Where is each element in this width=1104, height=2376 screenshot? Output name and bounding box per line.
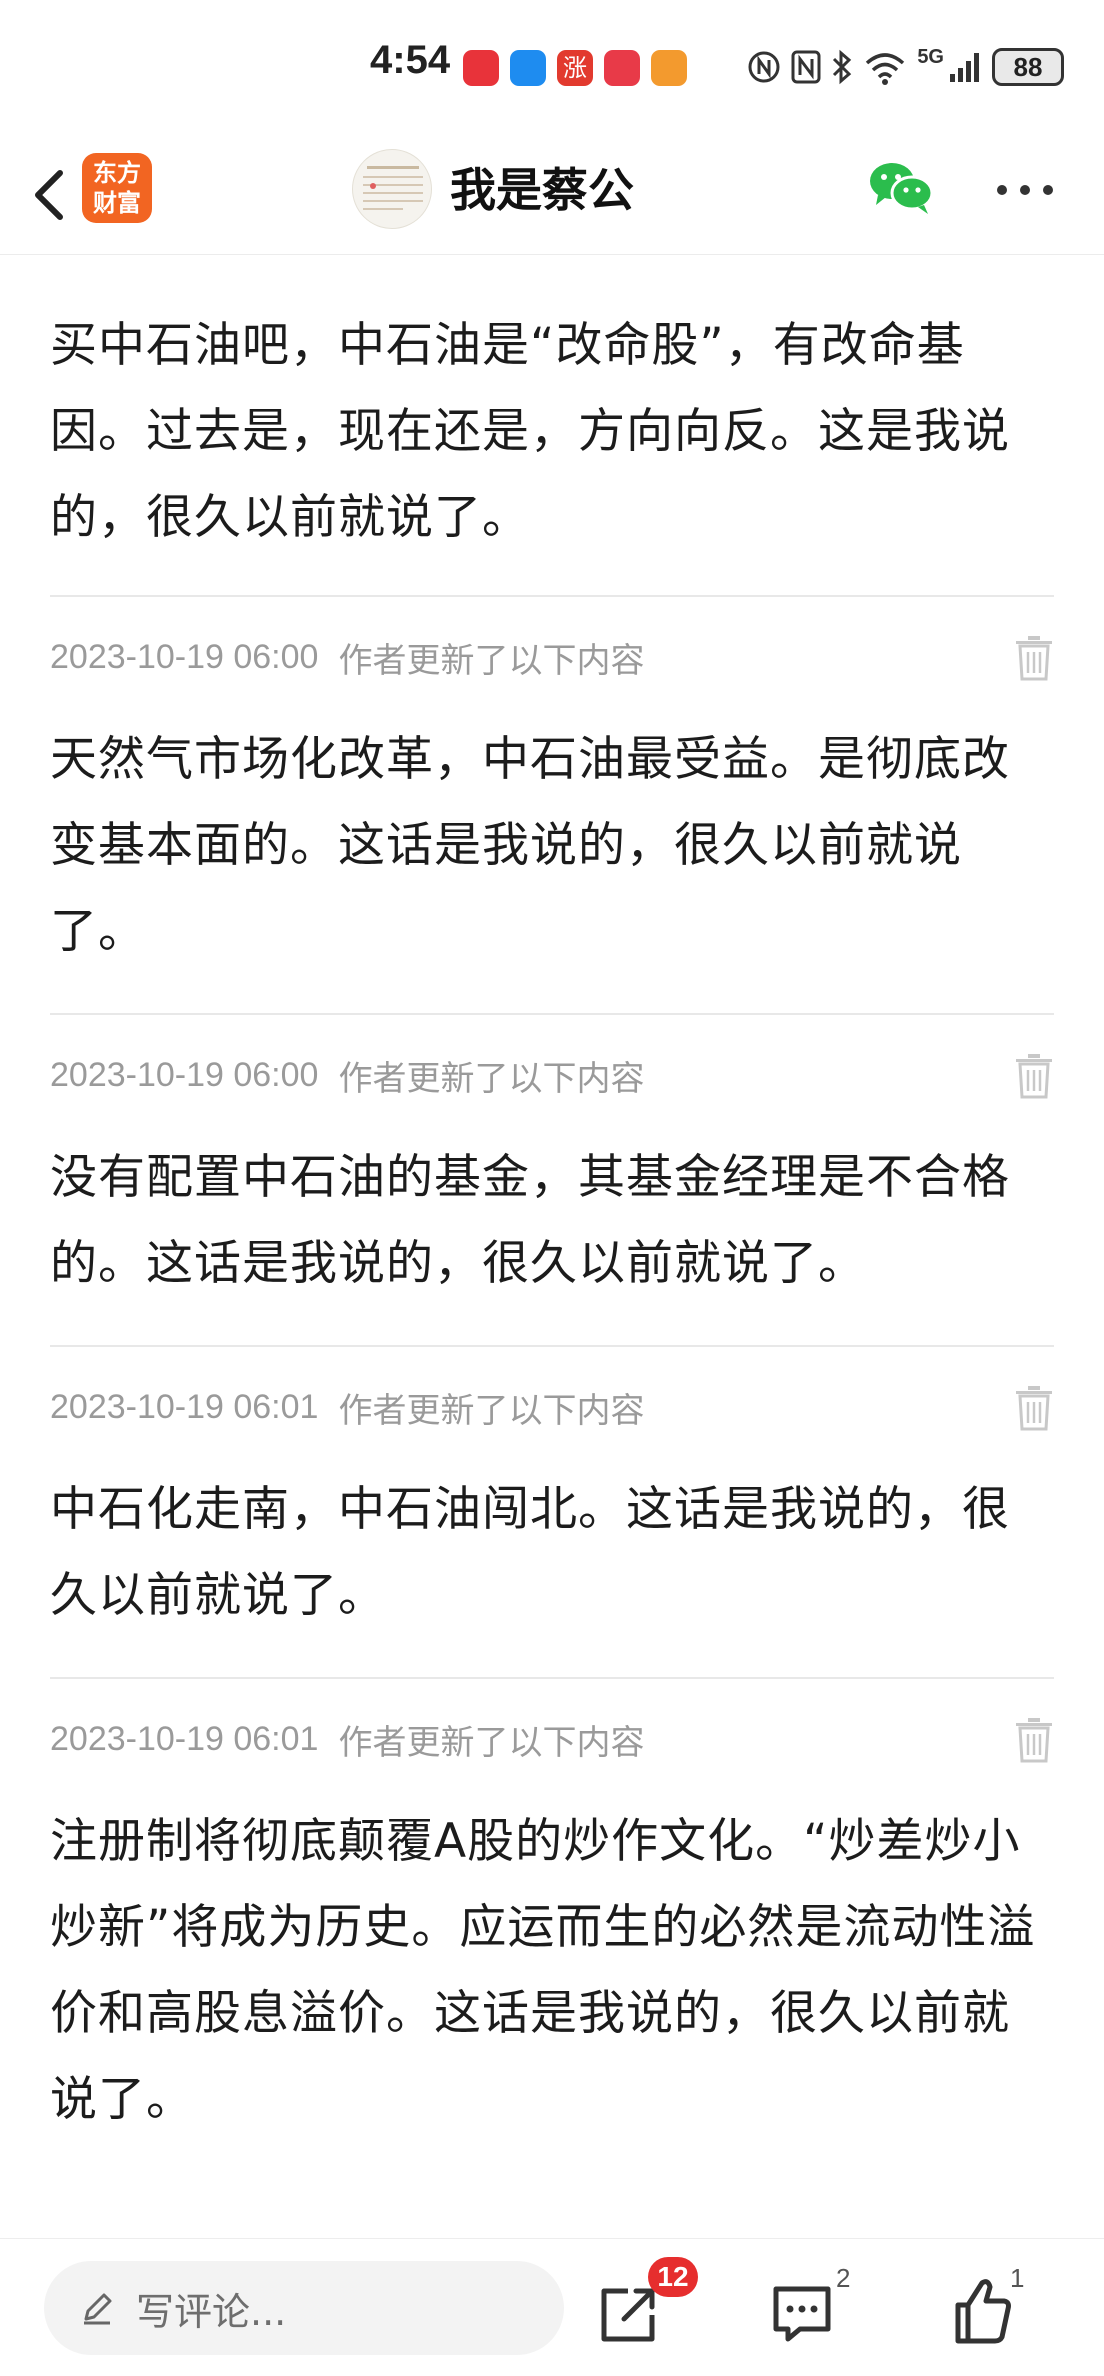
bluetooth-icon [833, 49, 852, 85]
clock: 4:54 [370, 38, 451, 82]
original-post: 买中石油吧，中石油是“改命股”，有改命基因。过去是，现在还是，方向向反。这是我说… [0, 255, 1104, 595]
nfc-n-icon [791, 50, 821, 84]
nav-bar: 东方 财富 我是蔡公 [0, 135, 1104, 255]
more-options-button[interactable] [990, 165, 1060, 215]
trash-icon[interactable] [1014, 635, 1054, 681]
update-timestamp: 2023-10-19 06:01 [50, 1719, 319, 1758]
wifi-icon [866, 53, 905, 85]
trash-icon[interactable] [1014, 1053, 1054, 1099]
more-dots-icon [997, 185, 1053, 195]
like-count: 1 [1010, 2263, 1025, 2293]
update-item: 2023-10-19 06:00 作者更新了以下内容 没有配置中石油的基金，其基… [0, 1015, 1104, 1345]
update-body: 没有配置中石油的基金，其基金经理是不合格的。这话是我说的，很久以前就说了。 [50, 1135, 1054, 1345]
update-body: 中石化走南，中石油闯北。这话是我说的，很久以前就说了。 [50, 1467, 1054, 1677]
page-title: 我是蔡公 [450, 163, 634, 217]
update-header: 2023-10-19 06:00 作者更新了以下内容 [50, 597, 1054, 717]
app-logo[interactable]: 东方 财富 [82, 153, 152, 223]
wechat-share-button[interactable] [868, 157, 934, 217]
orange-app-icon [651, 50, 687, 86]
update-timestamp: 2023-10-19 06:00 [50, 1055, 319, 1094]
huawei-app-icon [604, 50, 640, 86]
message-app-icon [510, 50, 546, 86]
update-text: 中石化走南，中石油闯北。这话是我说的，很久以前就说了。 [50, 1482, 1010, 1623]
logo-line1: 东方 [93, 159, 141, 187]
update-text: 没有配置中石油的基金，其基金经理是不合格的。这话是我说的，很久以前就说了。 [50, 1150, 1010, 1291]
comment-input[interactable]: 写评论... [44, 2261, 564, 2355]
update-timestamp: 2023-10-19 06:01 [50, 1387, 319, 1426]
update-note: 作者更新了以下内容 [338, 1058, 645, 1099]
avatar-image [363, 166, 423, 210]
share-count-badge: 12 [648, 2257, 698, 2297]
update-header: 2023-10-19 06:01 作者更新了以下内容 [50, 1347, 1054, 1467]
comment-placeholder: 写评论... [136, 2289, 287, 2334]
wechat-icon [870, 163, 934, 214]
pencil-icon [84, 2293, 112, 2325]
logo-line2: 财富 [93, 189, 141, 217]
update-item: 2023-10-19 06:01 作者更新了以下内容 注册制将彻底颠覆A股的炒作… [0, 1679, 1104, 2181]
bottom-action-bar: 写评论... 12 2 1 [0, 2238, 1104, 2376]
red-app-icon [463, 50, 499, 86]
post-content[interactable]: 买中石油吧，中石油是“改命股”，有改命基因。过去是，现在还是，方向向反。这是我说… [0, 255, 1104, 2238]
update-note: 作者更新了以下内容 [338, 1390, 645, 1431]
trash-icon[interactable] [1014, 1717, 1054, 1763]
update-timestamp: 2023-10-19 06:00 [50, 637, 319, 676]
update-item: 2023-10-19 06:00 作者更新了以下内容 天然气市场化改革，中石油最… [0, 597, 1104, 1013]
trash-icon[interactable] [1014, 1385, 1054, 1431]
update-body: 注册制将彻底颠覆A股的炒作文化。“炒差炒小炒新”将成为历史。应运而生的必然是流动… [50, 1799, 1054, 2181]
update-item: 2023-10-19 06:01 作者更新了以下内容 中石化走南，中石油闯北。这… [0, 1347, 1104, 1677]
author-avatar[interactable] [352, 149, 432, 229]
update-note: 作者更新了以下内容 [338, 1722, 645, 1763]
update-header: 2023-10-19 06:01 作者更新了以下内容 [50, 1679, 1054, 1799]
back-button[interactable] [20, 155, 80, 235]
updates-list: 2023-10-19 06:00 作者更新了以下内容 天然气市场化改革，中石油最… [0, 595, 1104, 2181]
status-bar: 4:54 涨 5G 88 [0, 0, 1104, 135]
update-body: 天然气市场化改革，中石油最受益。是彻底改变基本面的。这话是我说的，很久以前就说了… [50, 717, 1054, 1013]
update-header: 2023-10-19 06:00 作者更新了以下内容 [50, 1015, 1054, 1135]
battery-indicator: 88 [992, 48, 1064, 86]
update-text: 注册制将彻底颠覆A股的炒作文化。“炒差炒小炒新”将成为历史。应运而生的必然是流动… [50, 1814, 1036, 2127]
update-note: 作者更新了以下内容 [338, 640, 645, 681]
network-type: 5G [917, 46, 944, 68]
chevron-left-icon [35, 170, 63, 220]
signal-icon [950, 53, 979, 82]
post-text: 买中石油吧，中石油是“改命股”，有改命基因。过去是，现在还是，方向向反。这是我说… [50, 318, 1010, 545]
stock-app-icon: 涨 [557, 50, 593, 86]
nfc-icon [748, 51, 780, 83]
comment-count: 2 [836, 2263, 851, 2293]
update-text: 天然气市场化改革，中石油最受益。是彻底改变基本面的。这话是我说的，很久以前就说了… [50, 732, 1010, 959]
